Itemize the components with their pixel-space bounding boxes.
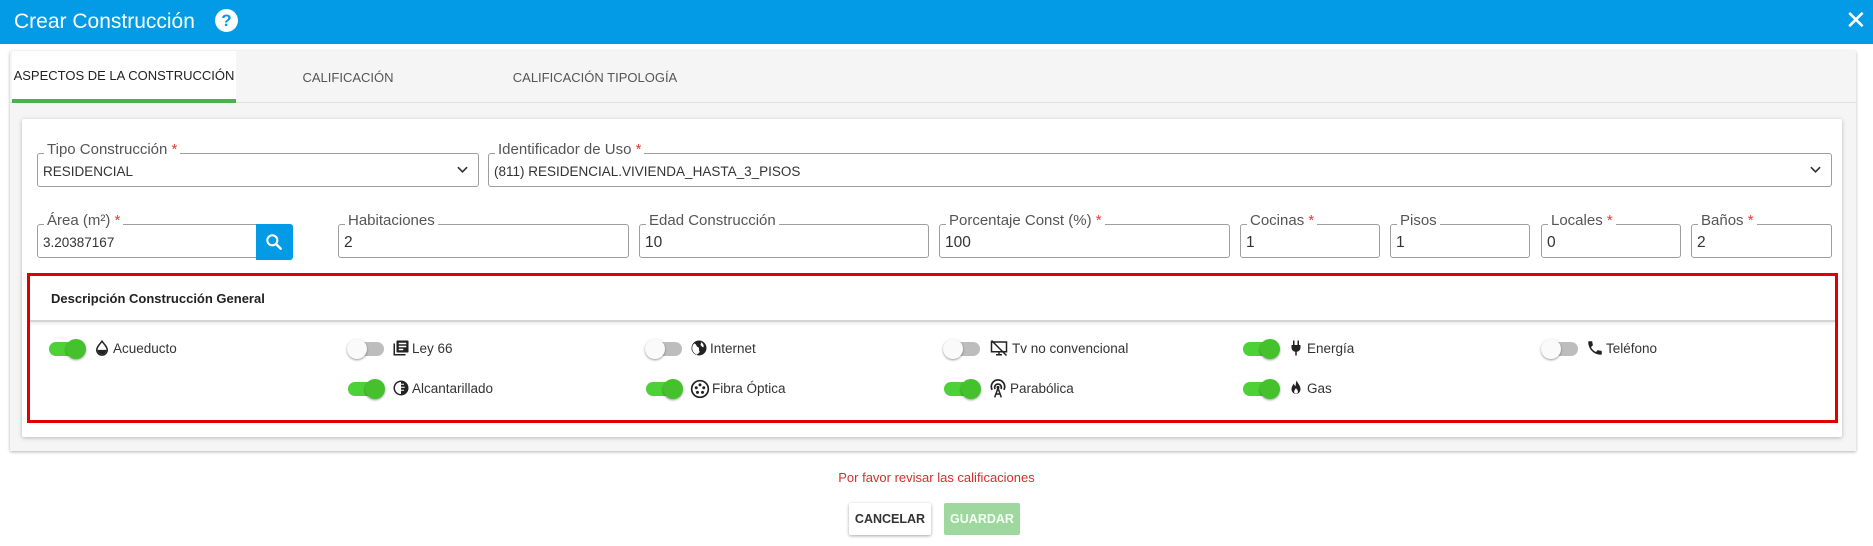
- banos-label: Baños *: [1698, 212, 1757, 229]
- parabolica-toggle[interactable]: [944, 379, 981, 399]
- porcentaje-const-label: Porcentaje Const (%) *: [946, 212, 1105, 229]
- descripcion-construccion-panel: Descripción Construcción General Acueduc…: [27, 273, 1838, 423]
- identificador-uso-value: (811) RESIDENCIAL.VIVIENDA_HASTA_3_PISOS: [494, 164, 801, 179]
- flame-icon: [1287, 379, 1305, 397]
- contrast-icon: [392, 379, 410, 397]
- construction-form: Tipo Construcción * RESIDENCIAL Identifi…: [22, 119, 1842, 437]
- tipo-construccion-select[interactable]: Tipo Construcción * RESIDENCIAL: [37, 141, 479, 187]
- service-ley66: Ley 66: [347, 335, 453, 361]
- cocinas-value: 1: [1246, 234, 1255, 251]
- internet-toggle[interactable]: [645, 339, 682, 359]
- fibra-label: Fibra Óptica: [712, 380, 786, 396]
- gas-toggle[interactable]: [1243, 379, 1280, 399]
- locales-input[interactable]: Locales * 0: [1541, 212, 1681, 258]
- habitaciones-input[interactable]: Habitaciones 2: [338, 212, 629, 258]
- service-parabolica: Parabólica: [944, 375, 1074, 401]
- pisos-label: Pisos: [1397, 212, 1440, 229]
- tipo-construccion-label: Tipo Construcción *: [44, 141, 181, 158]
- area-input[interactable]: Área (m²) * 3.20387167: [37, 212, 293, 260]
- area-search-button[interactable]: [256, 224, 293, 260]
- habitaciones-label: Habitaciones: [345, 212, 438, 229]
- chevron-down-icon: [1810, 166, 1821, 173]
- cocinas-label: Cocinas *: [1247, 212, 1318, 229]
- help-icon[interactable]: ?: [215, 9, 238, 32]
- service-internet: Internet: [645, 335, 756, 361]
- energia-toggle[interactable]: [1243, 339, 1280, 359]
- construction-card: ASPECTOS DE LA CONSTRUCCIÓN CALIFICACIÓN…: [10, 51, 1856, 451]
- service-telefono: Teléfono: [1541, 335, 1658, 361]
- banos-value: 2: [1697, 234, 1706, 251]
- locales-label: Locales *: [1548, 212, 1616, 229]
- alcantarillado-toggle[interactable]: [348, 379, 385, 399]
- cancel-button[interactable]: CANCELAR: [849, 503, 931, 535]
- telefono-toggle[interactable]: [1541, 339, 1578, 359]
- fiber-icon: [690, 379, 710, 399]
- water-drop-icon: [93, 339, 111, 357]
- alcantarillado-label: Alcantarillado: [412, 380, 494, 396]
- acueducto-toggle[interactable]: [49, 339, 86, 359]
- area-label: Área (m²) *: [44, 212, 124, 229]
- tab-bar: ASPECTOS DE LA CONSTRUCCIÓN CALIFICACIÓN…: [10, 51, 1856, 103]
- validation-message: Por favor revisar las calificaciones: [838, 470, 1035, 485]
- tv-toggle[interactable]: [943, 339, 980, 359]
- edad-construccion-value: 10: [645, 234, 663, 251]
- fibra-toggle[interactable]: [646, 379, 683, 399]
- save-button[interactable]: GUARDAR: [944, 503, 1020, 535]
- tv-off-icon: [988, 339, 1010, 357]
- descripcion-header: Descripción Construcción General: [30, 276, 1835, 322]
- service-energia: Energía: [1243, 335, 1354, 361]
- habitaciones-value: 2: [344, 234, 353, 251]
- service-gas: Gas: [1243, 375, 1332, 401]
- ley66-label: Ley 66: [412, 340, 453, 356]
- tv-label: Tv no convencional: [1012, 340, 1129, 356]
- parabolica-label: Parabólica: [1010, 380, 1074, 396]
- internet-label: Internet: [710, 340, 756, 356]
- tipo-construccion-value: RESIDENCIAL: [43, 164, 134, 179]
- library-books-icon: [392, 339, 410, 357]
- porcentaje-const-input[interactable]: Porcentaje Const (%) * 100: [939, 212, 1230, 258]
- cocinas-input[interactable]: Cocinas * 1: [1240, 212, 1380, 258]
- pisos-value: 1: [1396, 234, 1405, 251]
- acueducto-label: Acueducto: [113, 340, 177, 356]
- gas-label: Gas: [1307, 380, 1332, 396]
- service-tv: Tv no convencional: [943, 335, 1129, 361]
- service-acueducto: Acueducto: [49, 335, 177, 361]
- tab-calificacion[interactable]: CALIFICACIÓN: [285, 51, 411, 103]
- ley66-toggle[interactable]: [347, 339, 384, 359]
- dialog-title: Crear Construcción: [14, 10, 195, 33]
- descripcion-title: Descripción Construcción General: [51, 291, 265, 306]
- service-alcantarillado: Alcantarillado: [348, 375, 493, 401]
- locales-value: 0: [1547, 234, 1556, 251]
- banos-input[interactable]: Baños * 2: [1691, 212, 1832, 258]
- plug-icon: [1287, 339, 1305, 357]
- service-fibra: Fibra Óptica: [646, 375, 786, 401]
- phone-icon: [1586, 339, 1604, 357]
- chevron-down-icon: [457, 166, 468, 173]
- porcentaje-const-value: 100: [945, 234, 971, 251]
- edad-construccion-label: Edad Construcción: [646, 212, 779, 229]
- dialog-header: Crear Construcción ? ✕: [0, 0, 1873, 44]
- close-icon[interactable]: ✕: [1845, 6, 1867, 34]
- energia-label: Energía: [1307, 340, 1355, 356]
- edad-construccion-input[interactable]: Edad Construcción 10: [639, 212, 929, 258]
- tab-aspectos[interactable]: ASPECTOS DE LA CONSTRUCCIÓN: [12, 51, 236, 103]
- tab-calificacion-tipologia[interactable]: CALIFICACIÓN TIPOLOGÍA: [480, 51, 710, 103]
- area-value: 3.20387167: [43, 235, 115, 250]
- search-icon: [266, 234, 282, 250]
- telefono-label: Teléfono: [1606, 340, 1658, 356]
- identificador-uso-select[interactable]: Identificador de Uso * (811) RESIDENCIAL…: [488, 141, 1832, 187]
- antenna-icon: [988, 379, 1008, 398]
- identificador-uso-label: Identificador de Uso *: [495, 141, 645, 158]
- globe-icon: [690, 339, 708, 357]
- pisos-input[interactable]: Pisos 1: [1390, 212, 1530, 258]
